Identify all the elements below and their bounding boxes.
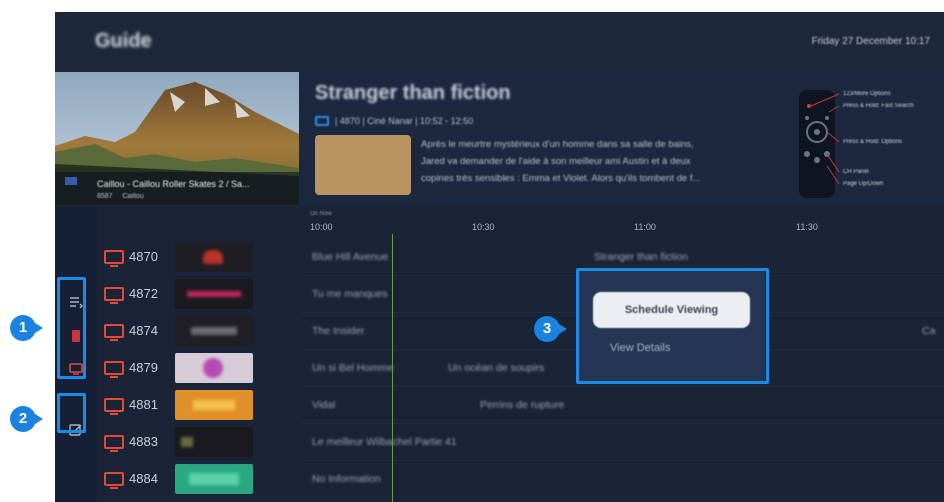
row-divider <box>302 386 944 387</box>
program-cell[interactable]: Un si Bel Homme <box>312 362 394 374</box>
channel-number: 4870 <box>129 249 158 264</box>
current-time-indicator <box>392 234 393 502</box>
guide-screen: Guide Friday 27 December 10:17 Caillou -… <box>55 12 944 502</box>
program-cell[interactable]: Le meilleur Wilbachel Partie 41 <box>312 436 457 448</box>
channel-list: 4870 4872 4874 4879 4881 4883 4884 <box>97 206 302 502</box>
clock: Friday 27 December 10:17 <box>811 36 930 47</box>
channel-number: 4884 <box>129 471 158 486</box>
channel-number: 4881 <box>129 397 158 412</box>
program-cell[interactable]: Ca <box>922 325 935 337</box>
program-cell[interactable]: Blue Hill Avenue <box>312 251 388 263</box>
channel-logo <box>175 316 253 346</box>
callout-pointer <box>559 324 567 334</box>
tv-channel-icon <box>104 361 124 378</box>
callout-badge-3: 3 <box>534 316 560 342</box>
time-tick: 10:00 <box>310 222 333 232</box>
callout-box-3 <box>576 268 769 384</box>
callout-badge-1: 1 <box>10 315 36 341</box>
remote-hint-label: CH Panel <box>843 169 869 175</box>
channel-row[interactable]: 4872 <box>97 275 302 312</box>
channel-row[interactable]: 4870 <box>97 238 302 275</box>
program-cell[interactable]: Perrins de rupture <box>480 399 564 411</box>
program-thumbnail <box>315 135 411 195</box>
callout-badge-2: 2 <box>10 406 36 432</box>
preview-caption: Caillou - Caillou Roller Skates 2 / Sa..… <box>97 179 250 189</box>
remote-hint-label: Press & Hold: Options <box>843 139 903 145</box>
program-meta: | 4870 | Ciné Nanar | 10:52 - 12:50 <box>315 116 473 126</box>
channel-row[interactable]: 4884 <box>97 460 302 497</box>
channel-logo <box>175 390 253 420</box>
remote-hint-label: 123/More Options <box>843 91 891 97</box>
tv-channel-icon <box>104 435 124 452</box>
time-tick: 11:30 <box>796 222 818 232</box>
row-divider <box>302 423 944 424</box>
channel-logo <box>175 279 253 309</box>
program-cell[interactable]: Stranger than fiction <box>594 251 688 263</box>
callout-box-2 <box>57 393 86 433</box>
channel-row[interactable]: 4881 <box>97 386 302 423</box>
time-tick: 10:30 <box>472 222 495 232</box>
channel-logo <box>175 353 253 383</box>
remote-hint: 123/More Options Press & Hold: Fast Sear… <box>799 84 939 202</box>
tv-channel-icon <box>104 287 124 304</box>
channel-logo <box>175 427 253 457</box>
channel-number: 4872 <box>129 286 158 301</box>
program-info-panel: Stranger than fiction | 4870 | Ciné Nana… <box>299 72 944 205</box>
live-preview[interactable]: Caillou - Caillou Roller Skates 2 / Sa..… <box>55 72 299 205</box>
page-title: Guide <box>95 30 152 52</box>
remote-hint-label: Page Up/Down <box>843 181 884 187</box>
on-now-label: On Now <box>310 211 332 217</box>
channel-row[interactable]: 4883 <box>97 423 302 460</box>
callout-pointer <box>35 323 43 333</box>
tv-channel-icon <box>104 398 124 415</box>
tv-icon <box>315 116 329 126</box>
callout-box-1 <box>57 277 86 379</box>
preview-sub: 8587 Caillou <box>97 193 144 200</box>
channel-number: 4883 <box>129 434 158 449</box>
channel-row[interactable]: 4879 <box>97 349 302 386</box>
tv-channel-icon <box>104 324 124 341</box>
program-cell[interactable]: Un océan de soupirs <box>448 362 544 374</box>
channel-number: 4874 <box>129 323 158 338</box>
time-tick: 11:00 <box>634 222 656 232</box>
channel-logo <box>175 464 253 494</box>
channel-number: 4879 <box>129 360 158 375</box>
program-cell[interactable]: The Insider <box>312 325 365 337</box>
remote-hint-label: Press & Hold: Fast Search <box>843 103 914 109</box>
tv-channel-icon <box>104 472 124 489</box>
program-cell[interactable]: Vidal <box>312 399 335 411</box>
program-cell[interactable]: No Information <box>312 473 381 485</box>
channel-logo <box>175 242 253 272</box>
program-description: Après le meurtre mystérieux d'un homme d… <box>421 139 701 184</box>
program-cell[interactable]: Tu me manques <box>312 288 387 300</box>
callout-pointer <box>35 414 43 424</box>
row-divider <box>302 460 944 461</box>
channel-row[interactable]: 4874 <box>97 312 302 349</box>
tv-channel-icon <box>104 250 124 267</box>
program-title: Stranger than fiction <box>315 82 511 104</box>
